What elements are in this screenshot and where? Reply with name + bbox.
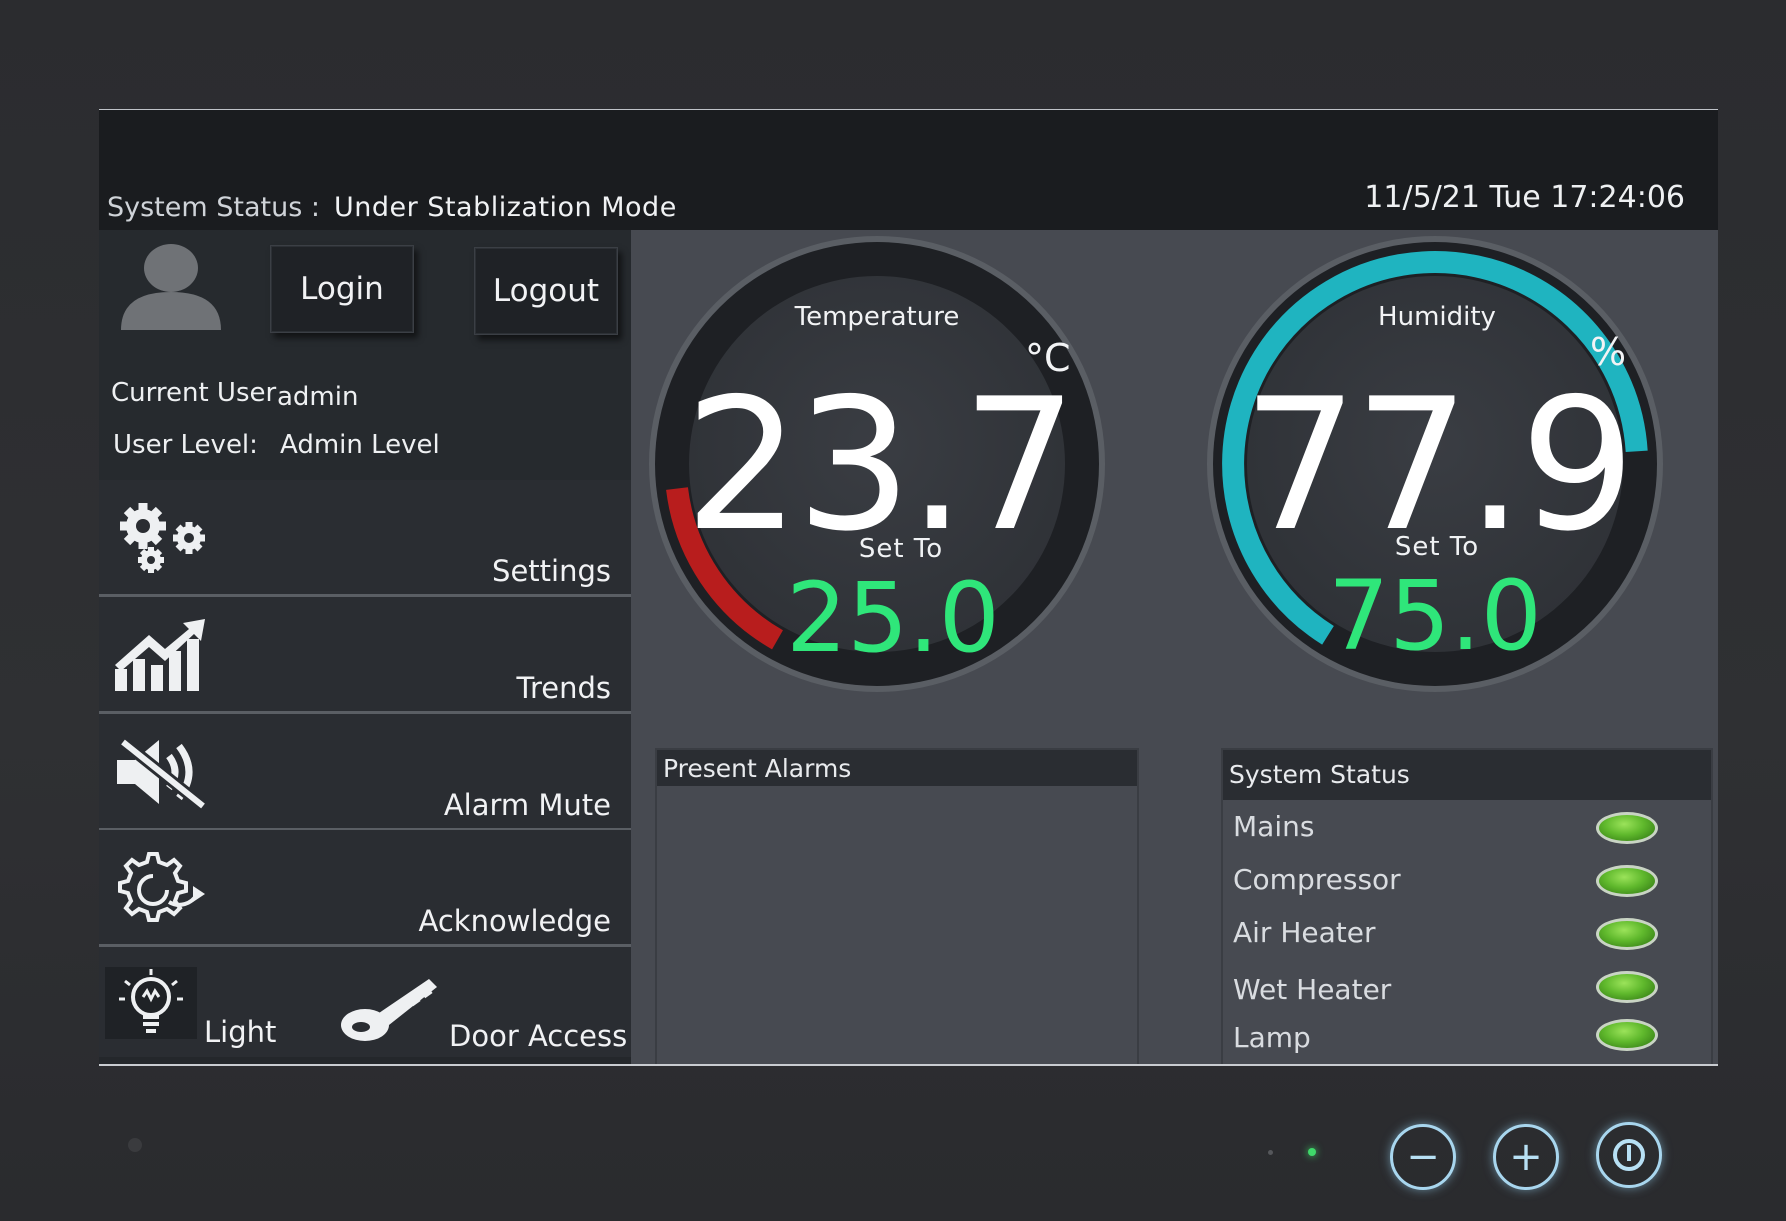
login-button[interactable]: Login [270,245,414,333]
user-avatar-icon [121,244,221,330]
light-button[interactable]: Light [99,947,319,1057]
power-led [1308,1148,1316,1156]
settings-button[interactable]: Settings [99,480,631,597]
bezel-dot [1268,1150,1273,1155]
temperature-set-value: 25.0 [786,562,1000,674]
humidity-title: Humidity [1378,302,1496,332]
lamp-led [1596,1019,1658,1051]
settings-label: Settings [492,554,611,588]
status-name: Air Heater [1233,916,1376,949]
hmi-screen: System Status : Under Stablization Mode … [99,109,1718,1066]
left-panel: Login Logout Current User admin User Lev… [99,230,631,1064]
compressor-led [1596,865,1658,897]
system-status-header: System Status [1223,750,1711,800]
date-time: 11/5/21 Tue 17:24:06 [1364,180,1685,215]
alarm-mute-label: Alarm Mute [443,788,611,822]
status-name: Compressor [1233,863,1401,896]
temperature-gauge: Temperature °C 23.7 Set To 25.0 [647,234,1107,694]
air-heater-led [1596,918,1658,950]
system-status-panel: System Status Mains Compressor Air Heate… [1221,748,1713,1064]
current-user-value: admin [277,382,359,412]
status-row-wet-heater: Wet Heater [1233,965,1663,1009]
wet-heater-led [1596,971,1658,1003]
status-name: Mains [1233,810,1315,843]
trends-button[interactable]: Trends [99,597,631,714]
present-alarms-header: Present Alarms [657,750,1137,786]
trends-label: Trends [516,671,611,705]
logout-button[interactable]: Logout [474,247,618,335]
status-name: Lamp [1233,1021,1311,1054]
speaker-mute-icon [117,737,207,810]
acknowledge-button[interactable]: Acknowledge [99,830,631,947]
temperature-title: Temperature [794,302,960,332]
temperature-set-label: Set To [858,534,944,564]
humidity-gauge: Humidity % 77.9 Set To 75.0 [1205,234,1665,694]
trend-chart-icon [115,619,205,691]
gear-refresh-icon [118,852,205,922]
acknowledge-label: Acknowledge [418,904,611,938]
humidity-value: 77.9 [1242,359,1635,571]
status-row-lamp: Lamp [1233,1013,1663,1057]
system-status-title: System Status [1229,760,1410,789]
bottom-menu-row: Light Door Access [99,947,631,1057]
user-level-label: User Level: [113,430,258,460]
temperature-value: 23.7 [684,359,1077,571]
key-icon [341,979,437,1041]
minus-icon: − [1406,1134,1440,1180]
plus-button[interactable]: + [1493,1124,1559,1190]
current-user-label: Current User [111,378,277,408]
humidity-set-value: 75.0 [1328,560,1542,672]
humidity-set-label: Set To [1394,532,1480,562]
minus-button[interactable]: − [1390,1124,1456,1190]
present-alarms-panel: Present Alarms [655,748,1139,1064]
status-row-mains: Mains [1233,806,1663,850]
status-row-air-heater: Air Heater [1233,912,1663,956]
system-status-value: Under Stablization Mode [334,192,677,223]
gears-icon [120,503,205,573]
power-icon [1613,1139,1645,1171]
status-row-compressor: Compressor [1233,859,1663,903]
present-alarms-title: Present Alarms [663,754,852,783]
bezel-sensor [128,1138,142,1152]
door-access-label: Door Access [449,1019,628,1053]
system-status-label: System Status : [107,192,320,223]
alarm-mute-button[interactable]: Alarm Mute [99,714,631,831]
door-access-button[interactable]: Door Access [329,947,631,1057]
lightbulb-icon [105,967,197,1039]
power-button[interactable] [1596,1122,1662,1188]
user-box: Login Logout Current User admin User Lev… [99,230,631,480]
top-bar: System Status : Under Stablization Mode … [99,110,1718,230]
light-label: Light [204,1015,277,1049]
alarm-list[interactable] [657,788,1137,1064]
user-level-value: Admin Level [280,430,440,460]
status-name: Wet Heater [1233,973,1392,1006]
mains-led [1596,812,1658,844]
plus-icon: + [1509,1134,1543,1180]
